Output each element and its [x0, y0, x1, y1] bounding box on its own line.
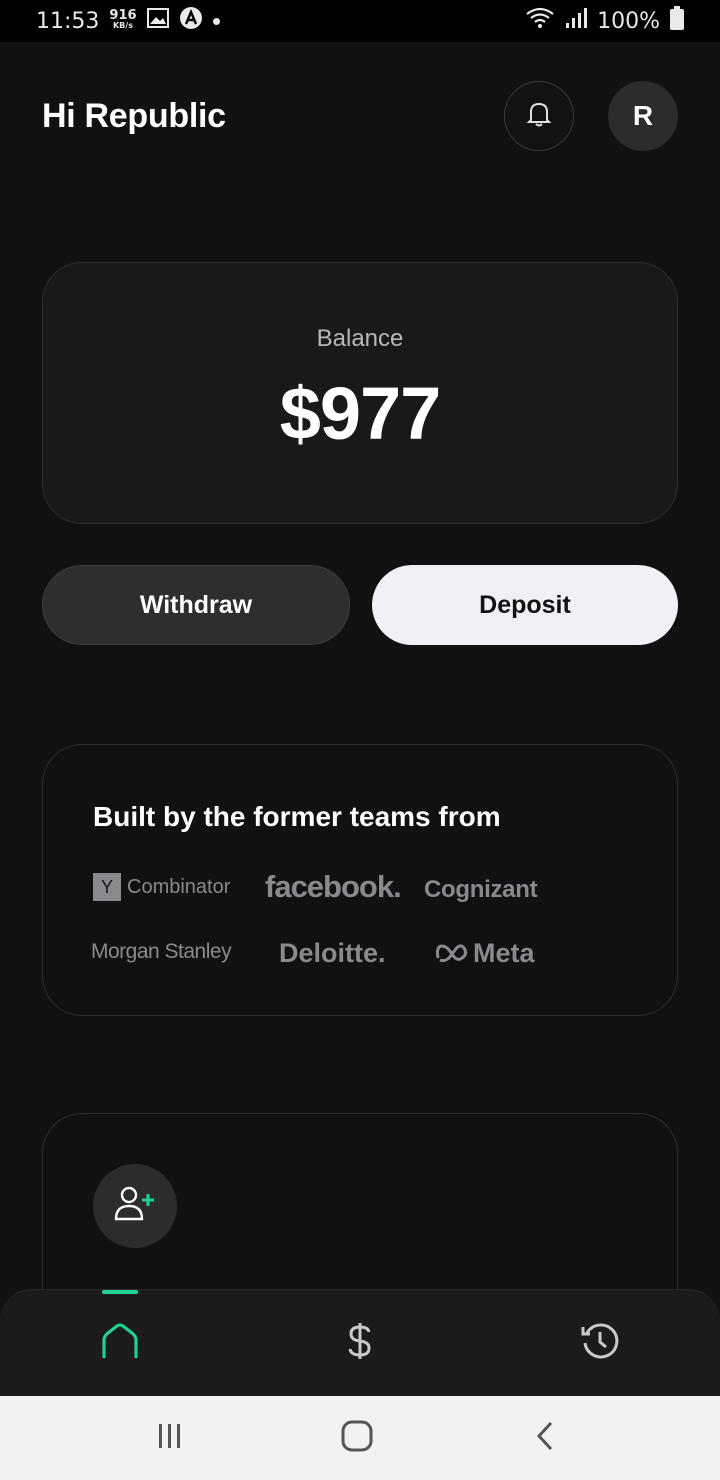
yc-box: Y — [93, 873, 121, 901]
recents-button[interactable] — [120, 1396, 220, 1480]
avatar-initial: R — [632, 100, 654, 131]
notifications-button[interactable] — [504, 81, 574, 151]
deloitte-logo: Deloitte. — [279, 938, 386, 968]
gallery-icon — [146, 8, 169, 34]
withdraw-button[interactable]: Withdraw — [42, 565, 350, 645]
balance-value: $977 — [279, 372, 442, 455]
meta-text: Meta — [473, 938, 535, 968]
history-tab[interactable] — [540, 1290, 660, 1397]
morgan-stanley-logo: Morgan Stanley — [91, 940, 232, 963]
screen: 11:53 916 KB/s 100% Hi Republic R Balanc… — [0, 0, 720, 1480]
wifi-icon — [525, 7, 555, 35]
bell-icon — [526, 100, 552, 133]
net-speed-value: 916 — [109, 8, 137, 23]
dot-icon — [212, 17, 220, 25]
home-tab-icon — [100, 1322, 140, 1365]
net-speed-unit: KB/s — [112, 21, 133, 30]
action-buttons: Withdraw Deposit — [42, 565, 678, 647]
meta-logo: Meta — [435, 938, 535, 969]
home-icon — [341, 1420, 373, 1457]
active-tab-indicator — [102, 1290, 138, 1294]
dollar-icon — [346, 1321, 374, 1366]
meta-infinity-icon — [435, 938, 469, 969]
battery-icon — [670, 6, 684, 36]
net-speed: 916 KB/s — [109, 8, 137, 31]
back-button[interactable] — [495, 1396, 595, 1480]
history-icon — [580, 1321, 620, 1366]
deposit-button[interactable]: Deposit — [372, 565, 678, 645]
greeting-title: Hi Republic — [42, 96, 226, 135]
balance-label: Balance — [316, 325, 404, 352]
status-time: 11:53 — [36, 8, 100, 34]
dollar-tab[interactable] — [300, 1290, 420, 1397]
teams-title: Built by the former teams from — [93, 801, 501, 832]
recents-icon — [156, 1423, 184, 1454]
bottom-tab-bar — [0, 1289, 720, 1396]
invite-icon-circle — [93, 1164, 177, 1248]
yc-text: Combinator — [127, 875, 231, 898]
status-bar: 11:53 916 KB/s 100% — [0, 0, 720, 42]
header: Hi Republic R — [42, 80, 678, 152]
former-teams-card: Built by the former teams from Y Combina… — [42, 744, 678, 1016]
system-nav-bar — [0, 1396, 720, 1480]
balance-card: Balance $977 — [42, 262, 678, 524]
facebook-logo: facebook. — [265, 869, 402, 904]
ycombinator-logo: Y Combinator — [93, 873, 230, 901]
signal-icon — [565, 7, 588, 35]
add-user-icon — [113, 1184, 157, 1229]
back-icon — [535, 1421, 555, 1456]
home-tab[interactable] — [60, 1290, 180, 1397]
battery-percent: 100% — [597, 8, 660, 34]
cognizant-logo: Cognizant — [424, 876, 538, 903]
system-home-button[interactable] — [307, 1396, 407, 1480]
avatar[interactable]: R — [608, 81, 678, 151]
a-icon — [179, 6, 203, 36]
